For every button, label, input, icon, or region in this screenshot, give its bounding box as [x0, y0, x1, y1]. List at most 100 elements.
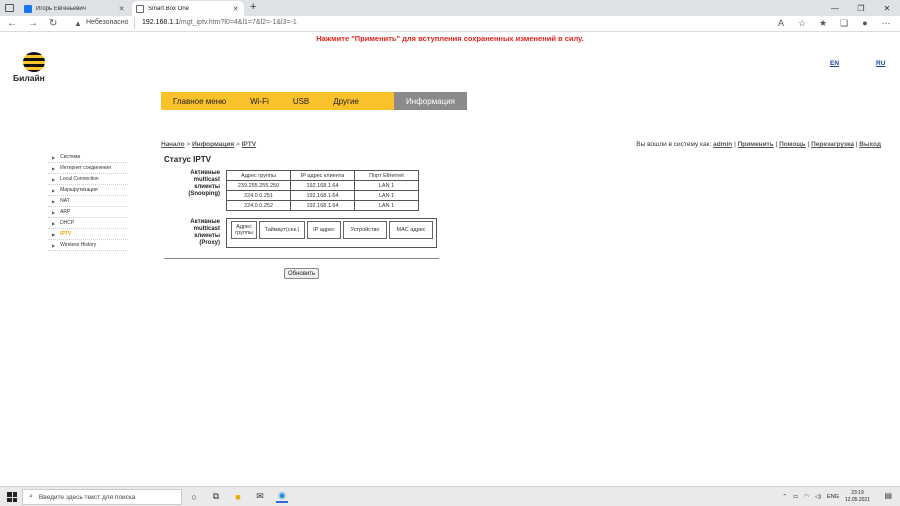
logout-link[interactable]: Выход [859, 141, 881, 148]
arrow-right-icon: ▶ [52, 187, 56, 193]
reboot-link[interactable]: Перезагрузка [811, 141, 854, 148]
login-prefix: Вы вошли в систему как: [636, 141, 714, 148]
breadcrumb-iptv[interactable]: IPTV [242, 141, 256, 148]
vk-favicon-icon [24, 4, 32, 13]
refresh-button[interactable]: Обновить [284, 268, 320, 279]
page-title: Статус IPTV [164, 155, 211, 164]
arrow-right-icon: ▶ [52, 242, 56, 248]
back-arrow-icon[interactable]: ← [7, 18, 17, 29]
arrow-right-icon: ▶ [52, 231, 56, 237]
sidebar-item-local-connection[interactable]: ▶ Local Connection [48, 174, 128, 185]
edge-browser-icon[interactable]: ◉ [276, 490, 288, 503]
chevron-up-icon[interactable]: ⌃ [782, 494, 787, 500]
menu-wifi[interactable]: Wi-Fi [238, 92, 281, 110]
sidebar-item-system[interactable]: ▶ Система [48, 152, 128, 163]
table-cell: 224.0.0.251 [226, 190, 291, 201]
arrow-right-icon: ▶ [52, 220, 56, 226]
minimize-button[interactable]: — [822, 0, 848, 16]
notification-center-icon[interactable]: ▤ [884, 491, 892, 500]
tab-title: Smart Box One [148, 5, 190, 12]
label-line: Активные [190, 170, 220, 176]
menu-info[interactable]: Информация [394, 92, 467, 110]
maximize-button[interactable]: ❐ [848, 0, 874, 16]
sidebar-item-nat[interactable]: ▶ NAT [48, 196, 128, 207]
warning-icon[interactable]: ▲ [74, 19, 82, 28]
column-header: IP адрес [307, 221, 341, 239]
new-tab-button[interactable]: + [250, 1, 256, 13]
close-window-button[interactable]: ✕ [874, 0, 900, 16]
user-link[interactable]: admin [713, 141, 732, 148]
url-field[interactable]: 192.168.1.1/mgt_iptv.htm?l0=4&l1=7&l2=-1… [142, 19, 297, 26]
menu-other[interactable]: Другие [321, 92, 371, 110]
read-aloud-icon[interactable]: A [775, 18, 787, 29]
beeline-logo[interactable]: Билайн [13, 52, 45, 83]
cortana-icon[interactable]: ○ [188, 490, 200, 503]
tab-actions-icon[interactable] [5, 4, 14, 12]
breadcrumb-home[interactable]: Начало [161, 141, 185, 148]
proxy-label: Активные multicast клиенты (Proxy) [160, 219, 220, 247]
sidebar-item-label: NAT [60, 198, 70, 204]
table-row: 224.0.0.252 192.168.1.64 LAN 1 [226, 200, 419, 211]
table-cell: 192.168.1.64 [290, 180, 355, 191]
proxy-table-box: Адрес группы Тайм­аут(сек.) IP адрес Уст… [226, 218, 437, 248]
collections-icon[interactable]: ❏ [838, 18, 850, 29]
sidebar-item-label: ARP [60, 209, 71, 215]
breadcrumb-info[interactable]: Информация [192, 141, 234, 148]
sidebar-item-iptv[interactable]: ▶ IPTV [48, 229, 128, 240]
column-header: IP адрес клиента [290, 170, 355, 181]
apply-notice: Нажмите "Применить" для вступления сохра… [316, 34, 584, 43]
close-icon[interactable]: ✕ [231, 5, 240, 13]
language-indicator[interactable]: ENG [827, 494, 839, 500]
task-view-icon[interactable]: ⧉ [210, 490, 222, 503]
favorite-star-icon[interactable]: ☆ [796, 18, 808, 29]
column-header: Адрес группы [231, 221, 257, 239]
menu-usb[interactable]: USB [281, 92, 321, 110]
arrow-right-icon: ▶ [52, 165, 56, 171]
sidebar-item-dhcp[interactable]: ▶ DHCP [48, 218, 128, 229]
apply-link[interactable]: Применить [738, 141, 774, 148]
favorites-icon[interactable]: ★ [817, 18, 829, 29]
tab-vk[interactable]: Игорь Евгеньевич ✕ [20, 1, 130, 16]
address-bar: ← → ↻ ▲ Небезопасно 192.168.1.1/mgt_iptv… [0, 16, 900, 32]
taskbar-search-input[interactable]: ⌕ Введите здесь текст для поиска [22, 489, 182, 505]
reload-icon[interactable]: ↻ [49, 18, 57, 29]
clock[interactable]: 23:19 12.05.2021 [845, 490, 870, 504]
sidebar-item-internet[interactable]: ▶ Интернет соединения [48, 163, 128, 174]
sidebar-item-label: Wireless History [60, 242, 97, 248]
more-icon[interactable]: ⋯ [880, 18, 892, 29]
table-cell: 192.168.1.64 [290, 190, 355, 201]
help-link[interactable]: Помощь [779, 141, 806, 148]
user-bar: Вы вошли в систему как: admin | Применит… [636, 141, 881, 148]
profile-icon[interactable]: ● [859, 18, 871, 29]
volume-icon[interactable]: ◁) [815, 494, 821, 500]
lang-en-link[interactable]: EN [830, 60, 839, 67]
security-warning[interactable]: Небезопасно [86, 19, 129, 26]
lang-ru-link[interactable]: RU [876, 60, 885, 67]
table-cell: 192.168.1.64 [290, 200, 355, 211]
mail-icon[interactable]: ✉ [254, 490, 266, 503]
table-header-row: Адрес группы Тайм­аут(сек.) IP адрес Уст… [231, 221, 433, 239]
search-placeholder: Введите здесь текст для поиска [38, 493, 136, 501]
network-icon[interactable]: ◠ [804, 494, 809, 500]
battery-icon[interactable]: ▭ [793, 494, 798, 500]
snooping-table: Адрес группы IP адрес клиента Порт Ether… [226, 170, 419, 211]
sidebar-item-arp[interactable]: ▶ ARP [48, 207, 128, 218]
table-cell: LAN 1 [354, 180, 419, 191]
sidebar-item-routing[interactable]: ▶ Маршрутизация [48, 185, 128, 196]
close-icon[interactable]: ✕ [117, 5, 126, 13]
table-cell: 224.0.0.252 [226, 200, 291, 211]
windows-start-icon[interactable] [7, 492, 17, 502]
sidebar-item-wireless-history[interactable]: ▶ Wireless History [48, 240, 128, 251]
sidebar-item-label: Local Connection [60, 176, 99, 182]
url-host: 192.168.1.1 [142, 19, 179, 26]
forward-arrow-icon[interactable]: → [28, 18, 38, 29]
sidebar-item-label: DHCP [60, 220, 75, 226]
menu-main[interactable]: Главное меню [161, 92, 238, 110]
browser-toolbar: A ☆ ★ ❏ ● ⋯ [775, 18, 892, 29]
label-line: multicast [193, 226, 220, 232]
table-row: 239.255.255.250 192.168.1.64 LAN 1 [226, 180, 419, 191]
url-separator [134, 18, 135, 29]
tab-smart-box[interactable]: Smart Box One ✕ [132, 1, 244, 16]
arrow-right-icon: ▶ [52, 198, 56, 204]
file-explorer-icon[interactable]: ■ [232, 490, 244, 503]
